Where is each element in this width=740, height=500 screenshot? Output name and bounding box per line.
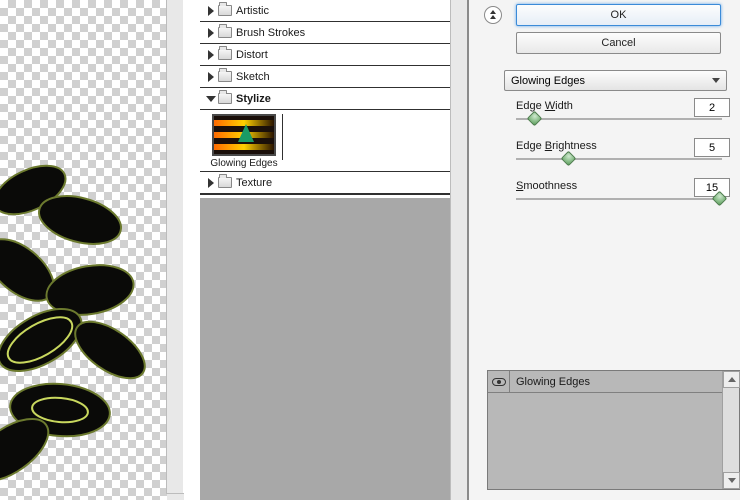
category-label: Sketch	[236, 71, 270, 83]
scroll-down-icon[interactable]	[723, 472, 740, 489]
category-brush-strokes[interactable]: Brush Strokes	[200, 22, 450, 44]
edge-brightness-input[interactable]	[694, 138, 730, 157]
category-sketch[interactable]: Sketch	[200, 66, 450, 88]
category-label: Stylize	[236, 93, 271, 105]
layers-scrollbar[interactable]	[722, 371, 739, 489]
preview-scrollbar[interactable]	[166, 0, 183, 494]
category-label: Brush Strokes	[236, 27, 305, 39]
slider-thumb-icon[interactable]	[527, 111, 543, 127]
expand-icon	[208, 50, 214, 60]
expand-icon	[208, 72, 214, 82]
expand-icon	[208, 28, 214, 38]
expand-icon	[208, 6, 214, 16]
effect-layers-panel: Glowing Edges	[487, 370, 740, 490]
collapse-icon	[206, 96, 216, 102]
category-label: Artistic	[236, 5, 269, 17]
preview-canvas[interactable]	[0, 0, 183, 500]
scroll-up-icon[interactable]	[723, 371, 740, 388]
filter-categories-panel: Artistic Brush Strokes Distort Sketch St	[200, 0, 467, 500]
filter-dropdown[interactable]: Glowing Edges	[504, 70, 727, 91]
collapse-panel-button[interactable]	[484, 6, 502, 24]
visibility-toggle[interactable]	[488, 371, 510, 393]
filter-thumbnails: Glowing Edges	[200, 110, 450, 172]
folder-icon	[218, 5, 232, 16]
folder-icon	[218, 93, 232, 104]
effect-layer-row[interactable]: Glowing Edges	[488, 371, 739, 393]
cancel-button[interactable]: Cancel	[516, 32, 721, 54]
category-label: Texture	[236, 177, 272, 189]
smoothness-slider[interactable]	[516, 198, 722, 200]
preview-image	[0, 130, 190, 500]
edge-width-input[interactable]	[694, 98, 730, 117]
category-stylize[interactable]: Stylize	[200, 88, 450, 110]
slider-thumb-icon[interactable]	[561, 151, 577, 167]
param-edge-width: Edge Width	[516, 100, 730, 112]
folder-icon	[218, 177, 232, 188]
filter-dropdown-value: Glowing Edges	[511, 75, 585, 87]
category-distort[interactable]: Distort	[200, 44, 450, 66]
folder-icon	[218, 49, 232, 60]
filter-thumb-caption: Glowing Edges	[208, 158, 280, 169]
category-label: Distort	[236, 49, 268, 61]
param-label: Edge Width	[516, 100, 573, 112]
categories-scrollbar[interactable]	[450, 0, 467, 500]
param-label: Smoothness	[516, 180, 577, 192]
param-edge-brightness: Edge Brightness	[516, 140, 730, 152]
eye-icon	[492, 378, 506, 386]
edge-brightness-slider[interactable]	[516, 158, 722, 160]
folder-icon	[218, 71, 232, 82]
filter-thumb-image	[212, 114, 276, 156]
folder-icon	[218, 27, 232, 38]
effect-layer-label: Glowing Edges	[510, 376, 590, 388]
ok-button[interactable]: OK	[516, 4, 721, 26]
chevron-down-icon	[712, 78, 720, 83]
edge-width-slider[interactable]	[516, 118, 722, 120]
category-artistic[interactable]: Artistic	[200, 0, 450, 22]
smoothness-input[interactable]	[694, 178, 730, 197]
settings-panel: OK Cancel Glowing Edges Edge Width Edge …	[467, 0, 740, 500]
filter-thumb-glowing-edges[interactable]: Glowing Edges	[208, 114, 280, 170]
param-smoothness: Smoothness	[516, 180, 730, 192]
param-label: Edge Brightness	[516, 140, 597, 152]
category-texture[interactable]: Texture	[200, 172, 450, 194]
expand-icon	[208, 178, 214, 188]
